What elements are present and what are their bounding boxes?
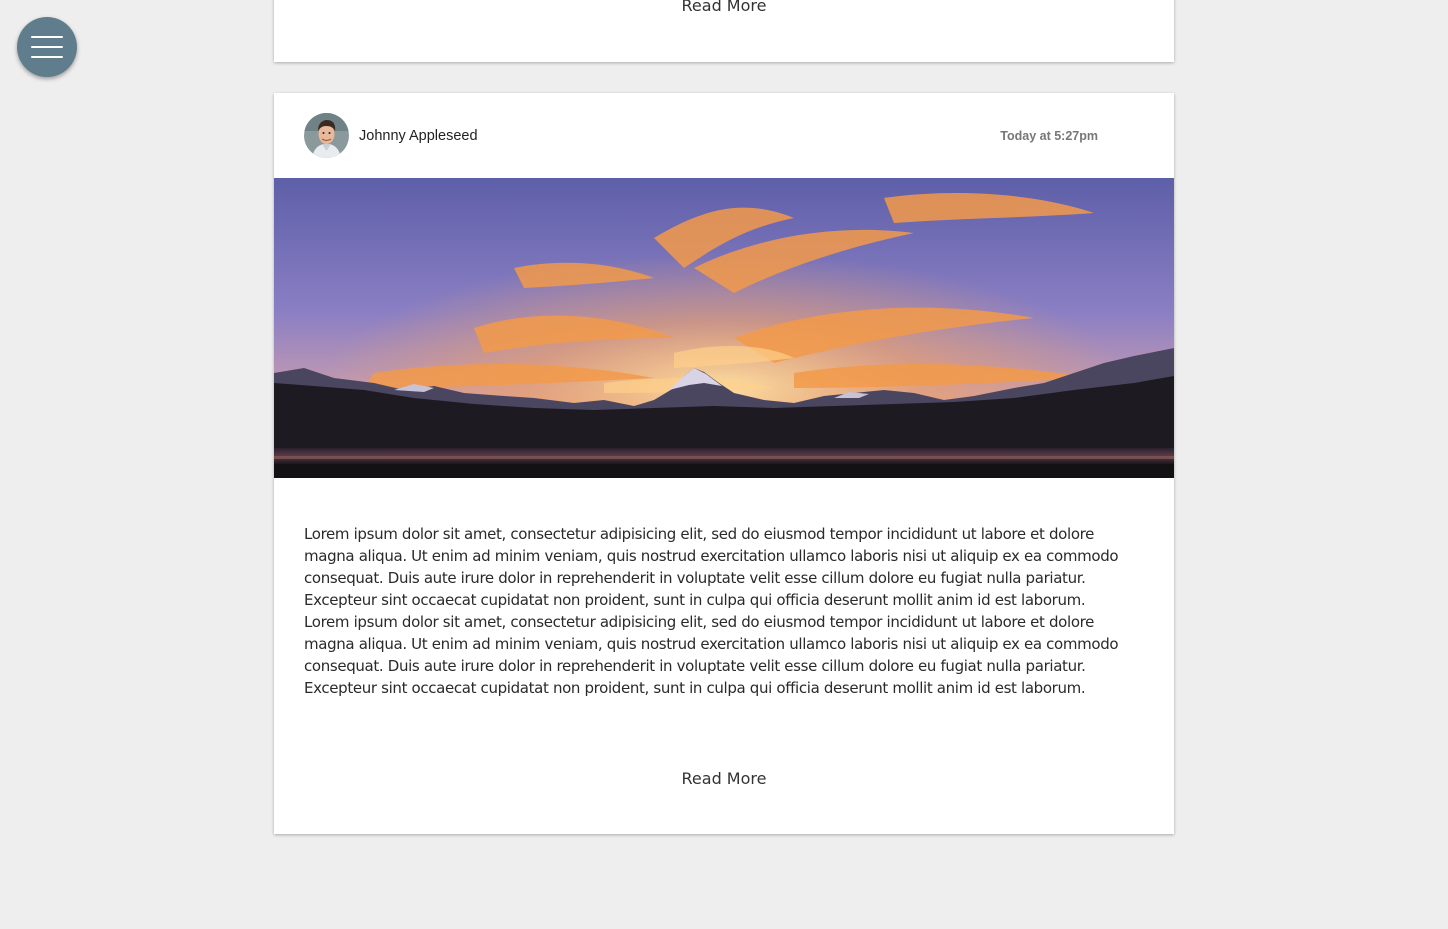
menu-button[interactable] <box>17 17 77 77</box>
hamburger-menu-icon <box>31 36 63 38</box>
author-avatar[interactable] <box>304 113 349 158</box>
post-paragraph: Lorem ipsum dolor sit amet, consectetur … <box>304 613 1119 697</box>
post-timestamp: Today at 5:27pm <box>1000 129 1098 143</box>
post-read-more-link[interactable]: Read More <box>274 769 1174 788</box>
post-body: Lorem ipsum dolor sit amet, consectetur … <box>304 523 1144 699</box>
post-card: Johnny Appleseed Today at 5:27pm Lorem i… <box>274 93 1174 834</box>
author-name[interactable]: Johnny Appleseed <box>359 128 478 144</box>
post-image <box>274 178 1174 478</box>
post-paragraph: Lorem ipsum dolor sit amet, consectetur … <box>304 525 1119 609</box>
author-avatar-photo <box>304 113 349 158</box>
mountain-sunset-photo <box>274 178 1174 478</box>
previous-post-card: Read More <box>274 0 1174 62</box>
previous-post-read-more-link[interactable]: Read More <box>274 0 1174 15</box>
